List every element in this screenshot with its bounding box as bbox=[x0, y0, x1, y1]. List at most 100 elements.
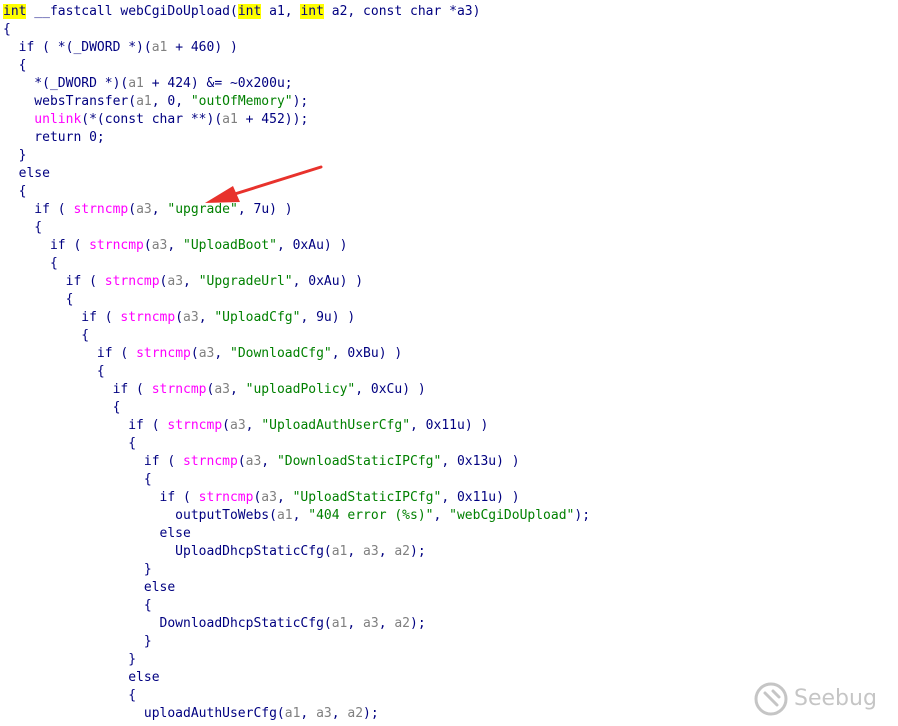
code-token: , 0xBu) ) bbox=[331, 346, 403, 361]
code-token: { bbox=[3, 472, 152, 487]
code-token: , 9u) ) bbox=[300, 310, 356, 325]
code-token: , bbox=[183, 274, 199, 289]
library-call-token: strncmp bbox=[136, 346, 191, 361]
code-token: } bbox=[3, 148, 27, 163]
code-line: { bbox=[3, 399, 590, 417]
code-token: ( bbox=[237, 454, 246, 469]
string-token: "UploadCfg" bbox=[214, 310, 301, 325]
code-line: { bbox=[3, 183, 590, 201]
code-line: outputToWebs(a1, "404 error (%s)", "webC… bbox=[3, 507, 590, 525]
variable-token: a1 bbox=[331, 616, 348, 631]
code-token: else bbox=[3, 580, 176, 595]
variable-token: a3 bbox=[136, 202, 152, 217]
string-token: "UploadAuthUserCfg" bbox=[261, 418, 411, 433]
variable-token: a1 bbox=[151, 40, 168, 55]
code-line: UploadDhcpStaticCfg(a1, a3, a2); bbox=[3, 543, 590, 561]
code-token: { bbox=[3, 364, 105, 379]
string-token: "DownloadCfg" bbox=[230, 346, 332, 361]
variable-token: a3 bbox=[151, 238, 168, 253]
code-token: } bbox=[3, 562, 152, 577]
library-call-token: strncmp bbox=[120, 310, 176, 325]
string-token: "UploadStaticIPCfg" bbox=[292, 490, 442, 505]
code-line: { bbox=[3, 21, 590, 39]
code-token: , bbox=[245, 418, 262, 433]
code-line: } bbox=[3, 561, 590, 579]
code-token: a1, bbox=[261, 4, 301, 19]
code-line: { bbox=[3, 219, 590, 237]
code-line: DownloadDhcpStaticCfg(a1, a3, a2); bbox=[3, 615, 590, 633]
library-call-token: strncmp bbox=[73, 202, 129, 217]
code-token: websTransfer( bbox=[3, 94, 137, 109]
pseudocode-view[interactable]: int __fastcall webCgiDoUpload(int a1, in… bbox=[0, 0, 898, 726]
code-line: { bbox=[3, 363, 590, 381]
code-token: ); bbox=[410, 616, 426, 631]
code-line: } bbox=[3, 147, 590, 165]
code-token: , bbox=[331, 706, 348, 721]
code-line: { bbox=[3, 471, 590, 489]
library-call-token: strncmp bbox=[89, 238, 144, 253]
code-token: DownloadDhcpStaticCfg( bbox=[3, 616, 332, 631]
seebug-watermark: Seebug bbox=[752, 680, 882, 720]
code-token: , bbox=[151, 202, 168, 217]
variable-token: a2 bbox=[347, 706, 364, 721]
variable-token: a1 bbox=[284, 706, 301, 721]
code-token: , 0x11u) ) bbox=[410, 418, 489, 433]
code-token: , bbox=[378, 544, 395, 559]
highlighted-keyword: int bbox=[237, 4, 262, 19]
code-token: if ( bbox=[3, 310, 121, 325]
code-token: , 0, bbox=[151, 94, 191, 109]
code-token: , bbox=[433, 508, 450, 523]
variable-token: a3 bbox=[261, 490, 277, 505]
code-token: { bbox=[3, 292, 74, 307]
code-token: ); bbox=[574, 508, 591, 523]
code-token: ( bbox=[128, 202, 137, 217]
code-token: ( bbox=[143, 238, 152, 253]
string-token: "UploadBoot" bbox=[183, 238, 277, 253]
variable-token: a3 bbox=[198, 346, 215, 361]
code-line: if ( strncmp(a3, "UploadBoot", 0xAu) ) bbox=[3, 237, 590, 255]
code-token: , 0x13u) ) bbox=[441, 454, 520, 469]
code-token: if ( bbox=[3, 454, 184, 469]
code-token: , bbox=[276, 490, 293, 505]
code-token: else bbox=[3, 526, 191, 541]
code-line: } bbox=[3, 651, 590, 669]
code-token: } bbox=[3, 652, 137, 667]
code-line: unlink(*(const char **)(a1 + 452)); bbox=[3, 111, 590, 129]
code-line: return 0; bbox=[3, 129, 590, 147]
code-token: { bbox=[3, 256, 58, 271]
code-token: return 0; bbox=[3, 130, 105, 145]
variable-token: a2 bbox=[394, 544, 411, 559]
code-line: *(_DWORD *)(a1 + 424) &= ~0x200u; bbox=[3, 75, 590, 93]
code-line: if ( strncmp(a3, "upgrade", 7u) ) bbox=[3, 201, 590, 219]
code-token: , bbox=[378, 616, 395, 631]
code-token: if ( bbox=[3, 490, 199, 505]
code-token: UploadDhcpStaticCfg( bbox=[3, 544, 332, 559]
string-token: "DownloadStaticIPCfg" bbox=[276, 454, 442, 469]
variable-token: a2 bbox=[394, 616, 411, 631]
code-token: (*(const char **)( bbox=[81, 112, 223, 127]
code-token: , 0xAu) ) bbox=[276, 238, 348, 253]
code-line: if ( strncmp(a3, "UpgradeUrl", 0xAu) ) bbox=[3, 273, 590, 291]
code-token: , bbox=[230, 382, 246, 397]
watermark-text: Seebug bbox=[794, 686, 877, 711]
code-token: , bbox=[167, 238, 184, 253]
highlighted-keyword: int bbox=[3, 4, 27, 19]
code-token: { bbox=[3, 58, 27, 73]
code-token: { bbox=[3, 328, 90, 343]
code-token: a2, const char *a3) bbox=[323, 4, 481, 19]
code-token: { bbox=[3, 436, 137, 451]
code-token: ); bbox=[363, 706, 379, 721]
code-token: uploadAuthUserCfg( bbox=[3, 706, 285, 721]
variable-token: a3 bbox=[230, 418, 246, 433]
code-token: { bbox=[3, 400, 121, 415]
code-token: { bbox=[3, 688, 137, 703]
code-token: if ( bbox=[3, 238, 90, 253]
code-token: ( bbox=[175, 310, 184, 325]
variable-token: a1 bbox=[128, 76, 144, 91]
code-token: , 7u) ) bbox=[237, 202, 293, 217]
variable-token: a3 bbox=[167, 274, 184, 289]
string-token: "UpgradeUrl" bbox=[198, 274, 293, 289]
code-line: if ( strncmp(a3, "UploadStaticIPCfg", 0x… bbox=[3, 489, 590, 507]
code-token: { bbox=[3, 184, 27, 199]
code-token: , bbox=[347, 544, 364, 559]
